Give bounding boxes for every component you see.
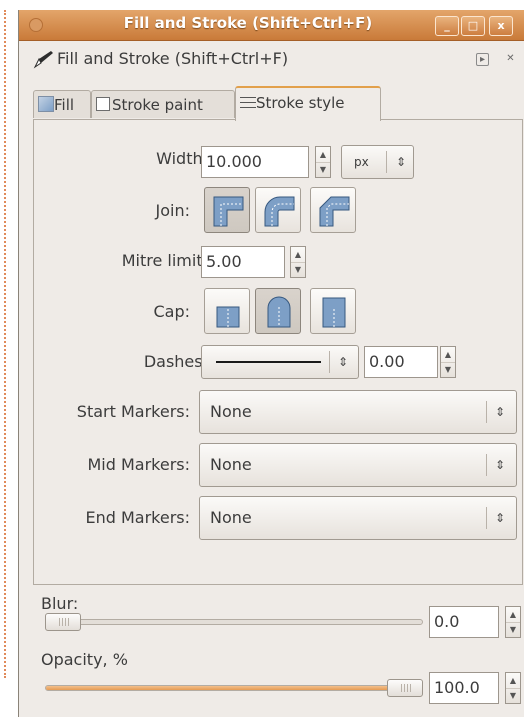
blur-spinner[interactable]: ▲ ▼ — [505, 606, 521, 638]
spin-up-icon[interactable]: ▲ — [506, 673, 520, 689]
cap-butt-icon — [216, 306, 240, 328]
spin-down-icon[interactable]: ▼ — [506, 622, 520, 637]
panel-title: Fill and Stroke (Shift+Ctrl+F) — [57, 49, 289, 68]
start-markers-label: Start Markers: — [76, 402, 190, 421]
window-title: Fill and Stroke (Shift+Ctrl+F) — [123, 14, 373, 32]
opacity-slider-thumb[interactable] — [387, 679, 423, 697]
unit-value: px — [354, 155, 369, 169]
spin-down-icon[interactable]: ▼ — [506, 688, 520, 703]
join-round-button[interactable] — [255, 187, 301, 233]
spin-up-icon[interactable]: ▲ — [506, 607, 520, 623]
blur-input[interactable]: 0.0 — [429, 606, 499, 638]
fill-swatch-icon — [38, 96, 54, 112]
fill-stroke-pen-icon — [33, 49, 55, 73]
updown-chevron-icon: ⇕ — [494, 511, 506, 525]
updown-chevron-icon: ⇕ — [337, 355, 349, 369]
cap-butt-button[interactable] — [204, 288, 250, 334]
opacity-slider-fill — [46, 686, 422, 690]
tab-stroke-style[interactable]: Stroke style — [235, 86, 381, 121]
window-menu-icon[interactable] — [29, 18, 43, 32]
spin-up-icon[interactable]: ▲ — [441, 347, 455, 363]
mid-markers-select[interactable]: None ⇕ — [199, 443, 517, 487]
title-bar[interactable]: Fill and Stroke (Shift+Ctrl+F) _ □ x — [19, 10, 524, 41]
start-markers-select[interactable]: None ⇕ — [199, 390, 517, 434]
spin-down-icon[interactable]: ▼ — [291, 262, 305, 277]
stroke-paint-swatch-icon — [96, 97, 110, 111]
stroke-style-pane: Width: 10.000 ▲ ▼ px ⇕ Join: Mitre limit… — [33, 119, 523, 585]
combo-separator — [486, 507, 487, 529]
updown-chevron-icon: ⇕ — [395, 155, 407, 169]
mid-markers-value: None — [210, 455, 252, 474]
unit-select[interactable]: px ⇕ — [341, 145, 414, 179]
updown-chevron-icon: ⇕ — [494, 405, 506, 419]
cap-round-button[interactable] — [255, 288, 301, 334]
end-markers-select[interactable]: None ⇕ — [199, 496, 517, 540]
blur-slider-thumb[interactable] — [45, 613, 81, 631]
combo-separator — [486, 401, 487, 423]
mid-markers-label: Mid Markers: — [87, 455, 190, 474]
cap-square-icon — [322, 297, 346, 328]
panel-menu-arrow-icon[interactable]: ▸ — [476, 53, 489, 66]
mitre-limit-input[interactable]: 5.00 — [201, 246, 285, 278]
panel-header: Fill and Stroke (Shift+Ctrl+F) ▸ ✕ — [19, 41, 524, 75]
close-button[interactable]: x — [489, 16, 513, 36]
dash-offset-spinner[interactable]: ▲ ▼ — [440, 346, 456, 378]
dash-pattern-select[interactable]: ⇕ — [201, 345, 359, 379]
join-miter-icon — [213, 196, 244, 227]
cap-round-icon — [267, 296, 291, 328]
end-markers-value: None — [210, 508, 252, 527]
start-markers-value: None — [210, 402, 252, 421]
join-round-icon — [264, 196, 295, 227]
join-miter-button[interactable] — [204, 187, 250, 233]
width-spinner[interactable]: ▲ ▼ — [315, 146, 331, 178]
solid-dash-pattern — [216, 361, 321, 363]
mitre-limit-spinner[interactable]: ▲ ▼ — [290, 246, 306, 278]
opacity-slider-track[interactable] — [45, 685, 423, 691]
minimize-button[interactable]: _ — [435, 16, 459, 36]
tab-fill[interactable]: Fill — [33, 90, 91, 118]
blur-slider-track[interactable] — [45, 619, 423, 625]
width-label: Width: — [156, 149, 208, 168]
join-bevel-button[interactable] — [310, 187, 356, 233]
grip-icon — [401, 684, 411, 692]
join-label: Join: — [155, 201, 190, 220]
dash-offset-input[interactable]: 0.00 — [364, 346, 438, 378]
spin-down-icon[interactable]: ▼ — [441, 362, 455, 377]
spin-up-icon[interactable]: ▲ — [316, 147, 330, 163]
dotted-guide-line — [4, 10, 6, 678]
spin-up-icon[interactable]: ▲ — [291, 247, 305, 263]
stroke-style-lines-icon — [240, 97, 256, 109]
blur-label: Blur: — [41, 594, 79, 613]
cap-label: Cap: — [153, 302, 190, 321]
opacity-input[interactable]: 100.0 — [429, 672, 499, 704]
spin-down-icon[interactable]: ▼ — [316, 162, 330, 177]
tab-stroke-paint[interactable]: Stroke paint — [91, 90, 235, 118]
opacity-label: Opacity, % — [41, 650, 128, 669]
opacity-spinner[interactable]: ▲ ▼ — [505, 672, 521, 704]
panel-close-icon[interactable]: ✕ — [505, 53, 516, 64]
updown-chevron-icon: ⇕ — [494, 458, 506, 472]
cap-square-button[interactable] — [310, 288, 356, 334]
end-markers-label: End Markers: — [85, 508, 190, 527]
combo-separator — [486, 454, 487, 476]
tab-fill-label: Fill — [54, 96, 75, 114]
width-input[interactable]: 10.000 — [201, 146, 309, 178]
fill-and-stroke-window: Fill and Stroke (Shift+Ctrl+F) _ □ x Fil… — [18, 10, 524, 717]
mitre-limit-label: Mitre limit: — [121, 251, 208, 270]
combo-separator — [386, 151, 387, 173]
tab-stroke-style-label: Stroke style — [256, 94, 345, 112]
maximize-button[interactable]: □ — [461, 16, 485, 36]
tab-stroke-paint-label: Stroke paint — [112, 96, 203, 114]
combo-separator — [329, 351, 330, 373]
grip-icon — [59, 618, 69, 626]
join-bevel-icon — [319, 196, 350, 227]
dashes-label: Dashes: — [143, 352, 208, 371]
